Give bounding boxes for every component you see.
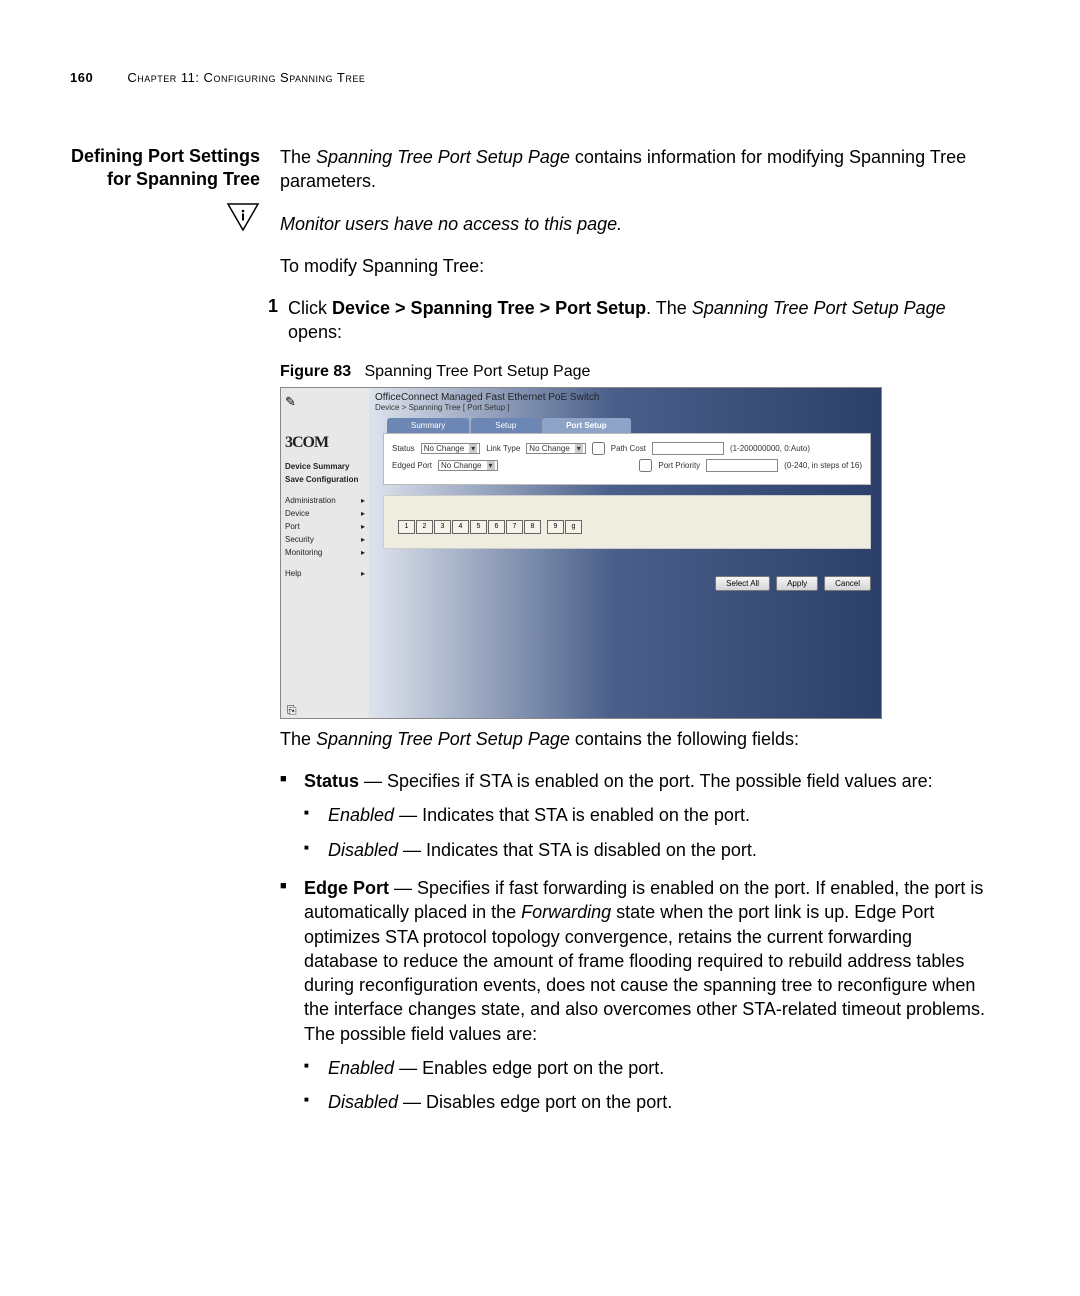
pathcost-input[interactable] xyxy=(652,442,724,455)
text: opens: xyxy=(288,322,342,342)
step-1: 1 Click Device > Spanning Tree > Port Se… xyxy=(250,296,990,345)
text: The xyxy=(280,147,316,167)
field-name: Status xyxy=(304,771,359,791)
breadcrumb: Device > Spanning Tree [ Port Setup ] xyxy=(369,403,881,418)
port-6[interactable]: 6 xyxy=(488,520,505,534)
sidebar-item[interactable]: Security▸ xyxy=(285,533,365,546)
ss-tabs: SummarySetupPort Setup xyxy=(369,418,881,433)
status-opt-enabled: Enabled — Indicates that STA is enabled … xyxy=(304,803,990,827)
opt-desc: — Indicates that STA is disabled on the … xyxy=(398,840,757,860)
linktype-select[interactable]: No Change xyxy=(526,443,586,454)
port-g[interactable]: g xyxy=(565,520,582,534)
figure-label: Figure 83 xyxy=(280,363,351,380)
brand-logo: 3COM xyxy=(285,434,365,452)
text: Click xyxy=(288,298,332,318)
info-note-icon xyxy=(226,202,260,232)
note-text: Monitor users have no access to this pag… xyxy=(280,212,990,236)
port-4[interactable]: 4 xyxy=(452,520,469,534)
sidebar-item[interactable]: Device Summary xyxy=(285,460,365,473)
text: . The xyxy=(646,298,692,318)
portpriority-hint: (0-240, in steps of 16) xyxy=(784,461,862,470)
opt-name: Enabled xyxy=(328,1058,394,1078)
text: The xyxy=(280,729,316,749)
ss-sidebar: ✎ 3COM Device SummarySave ConfigurationA… xyxy=(281,388,369,718)
chevron-right-icon: ▸ xyxy=(361,569,365,578)
logout-icon[interactable]: ⎘ xyxy=(287,703,297,718)
forwarding-state: Forwarding xyxy=(521,902,611,922)
intro-paragraph: The Spanning Tree Port Setup Page contai… xyxy=(280,145,990,194)
section-heading: Defining Port Settings for Spanning Tree xyxy=(70,145,260,192)
page-header: 160 Chapter 11: Configuring Spanning Tre… xyxy=(70,70,990,85)
pathcost-checkbox[interactable] xyxy=(592,442,605,455)
chevron-right-icon: ▸ xyxy=(361,509,365,518)
cancel-button[interactable]: Cancel xyxy=(824,576,871,591)
port-5[interactable]: 5 xyxy=(470,520,487,534)
ss-form-panel: Status No Change Link Type No Change Pat… xyxy=(383,433,871,485)
portpriority-checkbox[interactable] xyxy=(639,459,652,472)
screenshot-figure: ✎ 3COM Device SummarySave ConfigurationA… xyxy=(280,387,882,719)
field-edgeport: Edge Port — Specifies if fast forwarding… xyxy=(280,876,990,1115)
edgeport-opt-enabled: Enabled — Enables edge port on the port. xyxy=(304,1056,990,1080)
menu-path: Device > Spanning Tree > Port Setup xyxy=(332,298,646,318)
page-name: Spanning Tree Port Setup Page xyxy=(692,298,946,318)
chevron-right-icon: ▸ xyxy=(361,496,365,505)
pathcost-hint: (1-200000000, 0:Auto) xyxy=(730,444,810,453)
select-all-button[interactable]: Select All xyxy=(715,576,770,591)
chevron-right-icon: ▸ xyxy=(361,522,365,531)
sidebar-item[interactable]: Port▸ xyxy=(285,520,365,533)
pathcost-label: Path Cost xyxy=(611,444,646,453)
page-number: 160 xyxy=(70,70,93,85)
portpriority-input[interactable] xyxy=(706,459,778,472)
status-select[interactable]: No Change xyxy=(421,443,481,454)
field-desc-post: state when the port link is up. Edge Por… xyxy=(304,902,985,1043)
port-9[interactable]: 9 xyxy=(547,520,564,534)
portpriority-label: Port Priority xyxy=(658,461,700,470)
edgedport-label: Edged Port xyxy=(392,461,432,470)
opt-name: Disabled xyxy=(328,840,398,860)
page-name: Spanning Tree Port Setup Page xyxy=(316,147,570,167)
edgedport-select[interactable]: No Change xyxy=(438,460,498,471)
tab-setup[interactable]: Setup xyxy=(471,418,540,433)
sidebar-item[interactable]: Save Configuration xyxy=(285,473,365,486)
field-name: Edge Port xyxy=(304,878,389,898)
status-opt-disabled: Disabled — Indicates that STA is disable… xyxy=(304,838,990,862)
apply-button[interactable]: Apply xyxy=(776,576,818,591)
chapter-title: Chapter 11: Configuring Spanning Tree xyxy=(127,70,365,85)
after-figure-text: The Spanning Tree Port Setup Page contai… xyxy=(280,727,990,751)
sidebar-item[interactable]: Help▸ xyxy=(285,567,365,580)
ss-title: OfficeConnect Managed Fast Ethernet PoE … xyxy=(369,388,881,403)
step-number: 1 xyxy=(250,296,288,345)
lead-in: To modify Spanning Tree: xyxy=(280,254,990,278)
linktype-label: Link Type xyxy=(486,444,520,453)
status-label: Status xyxy=(392,444,415,453)
figure-caption: Figure 83 Spanning Tree Port Setup Page xyxy=(280,363,990,381)
figure-title: Spanning Tree Port Setup Page xyxy=(364,363,590,380)
opt-name: Disabled xyxy=(328,1092,398,1112)
sidebar-item[interactable]: Monitoring▸ xyxy=(285,546,365,559)
ss-port-selector: 123456789g xyxy=(383,495,871,549)
opt-desc: — Disables edge port on the port. xyxy=(398,1092,672,1112)
page-name: Spanning Tree Port Setup Page xyxy=(316,729,570,749)
text: contains the following fields: xyxy=(570,729,799,749)
sidebar-item[interactable]: Device▸ xyxy=(285,507,365,520)
opt-name: Enabled xyxy=(328,805,394,825)
port-7[interactable]: 7 xyxy=(506,520,523,534)
chevron-right-icon: ▸ xyxy=(361,535,365,544)
opt-desc: — Enables edge port on the port. xyxy=(394,1058,664,1078)
chevron-right-icon: ▸ xyxy=(361,548,365,557)
tab-port-setup[interactable]: Port Setup xyxy=(542,418,630,433)
tab-summary[interactable]: Summary xyxy=(387,418,469,433)
port-3[interactable]: 3 xyxy=(434,520,451,534)
field-status: Status — Specifies if STA is enabled on … xyxy=(280,769,990,862)
field-desc: — Specifies if STA is enabled on the por… xyxy=(359,771,933,791)
sidebar-item[interactable]: Administration▸ xyxy=(285,494,365,507)
opt-desc: — Indicates that STA is enabled on the p… xyxy=(394,805,750,825)
port-1[interactable]: 1 xyxy=(398,520,415,534)
port-2[interactable]: 2 xyxy=(416,520,433,534)
port-8[interactable]: 8 xyxy=(524,520,541,534)
edgeport-opt-disabled: Disabled — Disables edge port on the por… xyxy=(304,1090,990,1114)
field-list: Status — Specifies if STA is enabled on … xyxy=(280,769,990,1115)
